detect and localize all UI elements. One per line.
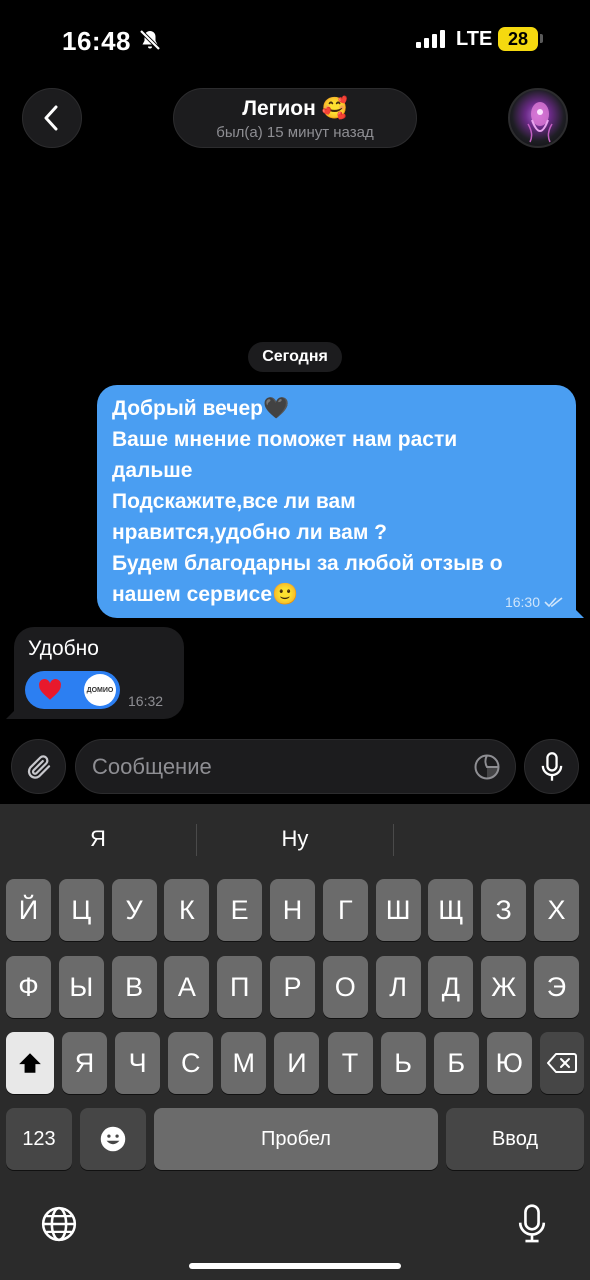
- attach-button[interactable]: [11, 739, 66, 794]
- message-input[interactable]: [92, 740, 462, 793]
- key-Ш[interactable]: Ш: [375, 879, 421, 941]
- key-Ц[interactable]: Ц: [58, 879, 104, 941]
- status-bar: 16:48 LTE 28: [0, 0, 590, 80]
- heart-icon: [39, 679, 61, 700]
- date-separator: Сегодня: [248, 342, 342, 372]
- key-Д[interactable]: Д: [428, 956, 474, 1018]
- backspace-key[interactable]: [540, 1032, 584, 1094]
- chat-title[interactable]: Легион 🥰 был(а) 15 минут назад: [173, 88, 417, 148]
- shift-key[interactable]: [6, 1032, 54, 1094]
- key-Н[interactable]: Н: [270, 879, 315, 941]
- paperclip-icon: [27, 754, 50, 779]
- voice-message-button[interactable]: [524, 739, 579, 794]
- battery-tip: [540, 34, 543, 43]
- message-line: Подскажите,все ли вам: [112, 490, 356, 513]
- chevron-left-icon: [44, 105, 58, 131]
- message-time: 16:30: [504, 594, 540, 610]
- key-У[interactable]: У: [111, 879, 157, 941]
- key-К[interactable]: К: [164, 879, 210, 941]
- key-А[interactable]: А: [164, 956, 210, 1018]
- key-Х[interactable]: Х: [534, 879, 579, 941]
- key-Ы[interactable]: Ы: [58, 956, 104, 1018]
- key-И[interactable]: И: [274, 1032, 320, 1094]
- home-indicator: [189, 1263, 401, 1269]
- key-Л[interactable]: Л: [375, 956, 421, 1018]
- return-key[interactable]: Ввод: [446, 1108, 584, 1170]
- contact-avatar[interactable]: [508, 88, 568, 148]
- key-Ю[interactable]: Ю: [486, 1032, 532, 1094]
- globe-icon[interactable]: [40, 1205, 78, 1243]
- key-О[interactable]: О: [322, 956, 368, 1018]
- shift-icon: [19, 1053, 41, 1073]
- key-Р[interactable]: Р: [270, 956, 315, 1018]
- message-line: нашем сервисе🙂: [112, 583, 299, 606]
- key-М[interactable]: М: [221, 1032, 267, 1094]
- suggestion-2[interactable]: Ну: [197, 804, 393, 874]
- message-line: нравится,удобно ли вам ?: [112, 521, 388, 544]
- battery-icon: 28: [498, 27, 538, 51]
- dictation-microphone-icon[interactable]: [516, 1203, 548, 1245]
- key-Ь[interactable]: Ь: [380, 1032, 426, 1094]
- key-Е[interactable]: Е: [217, 879, 263, 941]
- key-Й[interactable]: Й: [6, 879, 51, 941]
- message-meta: 16:30: [505, 594, 564, 610]
- contact-status: был(а) 15 минут назад: [216, 124, 374, 141]
- bell-slash-icon: [139, 29, 161, 51]
- message-input-container[interactable]: [75, 739, 516, 794]
- avatar-image: [527, 102, 553, 143]
- network-type: LTE: [456, 28, 493, 50]
- message-line: Добрый вечер🖤: [112, 397, 290, 420]
- status-time: 16:48: [62, 26, 131, 56]
- suggestion-1[interactable]: Я: [0, 804, 196, 874]
- key-С[interactable]: С: [168, 1032, 214, 1094]
- key-З[interactable]: З: [481, 879, 527, 941]
- key-Ф[interactable]: Ф: [6, 956, 51, 1018]
- key-П[interactable]: П: [217, 956, 263, 1018]
- reactor-logo-text: ДОМИО: [86, 686, 114, 694]
- reaction-chip[interactable]: ДОМИО: [25, 671, 120, 709]
- key-Ж[interactable]: Ж: [481, 956, 527, 1018]
- contact-name: Легион 🥰: [242, 97, 348, 120]
- back-button[interactable]: [22, 88, 82, 148]
- key-Б[interactable]: Б: [433, 1032, 479, 1094]
- double-check-icon: [544, 597, 563, 608]
- key-Г[interactable]: Г: [322, 879, 368, 941]
- space-key[interactable]: Пробел: [154, 1108, 438, 1170]
- incoming-message[interactable]: Удобно ДОМИО 16:32: [14, 627, 184, 719]
- reactor-avatar: ДОМИО: [84, 674, 116, 706]
- backspace-icon: [547, 1053, 577, 1073]
- key-Э[interactable]: Э: [534, 956, 579, 1018]
- key-В[interactable]: В: [111, 956, 157, 1018]
- sticker-icon[interactable]: [473, 753, 501, 781]
- key-Т[interactable]: Т: [327, 1032, 373, 1094]
- emoji-icon: [100, 1126, 126, 1152]
- emoji-key[interactable]: [80, 1108, 146, 1170]
- key-Я[interactable]: Я: [62, 1032, 107, 1094]
- signal-icon: [416, 30, 445, 48]
- message-time: 16:32: [128, 693, 164, 709]
- message-text: Удобно: [28, 637, 99, 660]
- key-Ч[interactable]: Ч: [115, 1032, 161, 1094]
- message-line: дальше: [112, 459, 193, 482]
- outgoing-message[interactable]: Добрый вечер🖤 Ваше мнение поможет нам ра…: [97, 385, 576, 618]
- microphone-icon: [541, 751, 562, 781]
- keyboard: Я Ну ЙЦУКЕНГШЩЗХ ФЫВАПРОЛДЖЭ ЯЧСМИТЬБЮ 1…: [0, 804, 590, 1280]
- battery-level: 28: [507, 28, 529, 49]
- message-line: Будем благодарны за любой отзыв о: [112, 552, 503, 575]
- numbers-key[interactable]: 123: [6, 1108, 72, 1170]
- key-Щ[interactable]: Щ: [428, 879, 474, 941]
- suggestion-3[interactable]: [394, 804, 590, 874]
- message-line: Ваше мнение поможет нам расти: [112, 428, 458, 451]
